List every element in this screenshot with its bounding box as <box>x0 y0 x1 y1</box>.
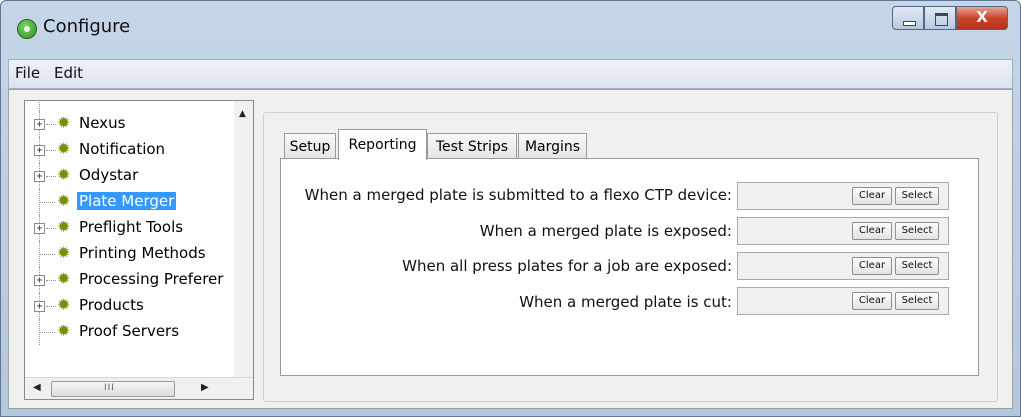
field-label-submitted: When a merged plate is submitted to a fl… <box>304 186 732 204</box>
tree-item-printing-methods[interactable]: ✹ Printing Methods <box>25 241 235 267</box>
tree-item-proof-servers[interactable]: ✹ Proof Servers <box>25 319 235 345</box>
tree-item-notification[interactable]: + ✹ Notification <box>25 137 235 163</box>
menu-bar: File Edit <box>8 59 1013 89</box>
tab-setup[interactable]: Setup <box>284 133 336 159</box>
window-title: Configure <box>43 16 131 37</box>
gear-icon: ✹ <box>57 113 71 132</box>
scroll-right-arrow-icon[interactable]: ▶ <box>201 382 209 393</box>
tree-item-nexus[interactable]: + ✹ Nexus <box>25 111 235 137</box>
tab-test-strips[interactable]: Test Strips <box>427 133 517 159</box>
select-button[interactable]: Select <box>895 257 939 275</box>
scroll-left-arrow-icon[interactable]: ◀ <box>33 382 41 393</box>
tree-connector <box>46 280 56 281</box>
tree-item-odystar[interactable]: + ✹ Odystar <box>25 163 235 189</box>
field-exposed[interactable]: Clear Select <box>737 217 949 245</box>
gear-icon: ✹ <box>57 165 71 184</box>
close-button[interactable]: X <box>956 6 1008 30</box>
expand-icon[interactable]: + <box>34 145 45 156</box>
tree-item-label: Proof Servers <box>79 322 180 340</box>
gear-icon: ✹ <box>57 321 71 340</box>
tree-item-plate-merger[interactable]: ✹ Plate Merger <box>25 189 235 215</box>
tree-item-label: Products <box>79 296 144 314</box>
tree-horizontal-scrollbar[interactable]: ◀ III ▶ <box>25 377 253 399</box>
tree-item-products[interactable]: + ✹ Products <box>25 293 235 319</box>
tree-connector <box>46 228 56 229</box>
gear-icon: ✹ <box>57 139 71 158</box>
select-button[interactable]: Select <box>895 292 939 310</box>
scroll-up-arrow-icon[interactable]: ▲ <box>239 109 246 119</box>
tree-row-clipped <box>25 101 235 111</box>
window-controls: X <box>892 6 1008 32</box>
maximize-button[interactable] <box>924 6 956 30</box>
clear-button[interactable]: Clear <box>852 257 892 275</box>
title-bar[interactable]: Configure X <box>1 1 1020 53</box>
tree-item-label: Odystar <box>79 166 139 184</box>
select-button[interactable]: Select <box>895 187 939 205</box>
category-tree[interactable]: + ✹ Nexus + ✹ Notification + ✹ Odystar ✹… <box>24 100 254 400</box>
tree-item-label: Nexus <box>79 114 126 132</box>
gear-icon: ✹ <box>57 269 71 288</box>
field-label-exposed: When a merged plate is exposed: <box>479 222 732 240</box>
field-label-all-exposed: When all press plates for a job are expo… <box>402 257 732 275</box>
select-button[interactable]: Select <box>895 222 939 240</box>
minimize-button[interactable] <box>892 6 924 30</box>
menu-edit[interactable]: Edit <box>54 64 83 82</box>
gear-icon: ✹ <box>57 217 71 236</box>
field-all-exposed[interactable]: Clear Select <box>737 252 949 280</box>
tree-connector <box>46 306 56 307</box>
gear-icon: ✹ <box>57 243 71 262</box>
field-submitted[interactable]: Clear Select <box>737 182 949 210</box>
tree-connector <box>39 202 55 203</box>
expand-icon[interactable]: + <box>34 223 45 234</box>
scroll-thumb-grip: III <box>104 383 115 393</box>
tree-connector <box>46 176 56 177</box>
tree-item-preflight-tools[interactable]: + ✹ Preflight Tools <box>25 215 235 241</box>
tree-item-label: Plate Merger <box>77 192 177 210</box>
expand-icon[interactable]: + <box>34 171 45 182</box>
tab-margins[interactable]: Margins <box>518 133 587 159</box>
clear-button[interactable]: Clear <box>852 292 892 310</box>
app-icon <box>17 19 37 39</box>
gear-icon: ✹ <box>57 191 71 210</box>
tree-connector <box>39 254 55 255</box>
tree-connector <box>39 101 40 111</box>
tab-reporting[interactable]: Reporting <box>338 129 427 160</box>
gear-icon: ✹ <box>57 295 71 314</box>
tree-item-label: Processing Preferer <box>79 270 224 288</box>
expand-icon[interactable]: + <box>34 275 45 286</box>
tree-item-processing-preferences[interactable]: + ✹ Processing Preferer <box>25 267 235 293</box>
tree-connector <box>46 124 56 125</box>
clear-button[interactable]: Clear <box>852 222 892 240</box>
scroll-thumb[interactable]: III <box>51 381 175 397</box>
tree-connector <box>46 150 56 151</box>
expand-icon[interactable]: + <box>34 301 45 312</box>
field-label-cut: When a merged plate is cut: <box>519 293 732 311</box>
tree-item-label: Notification <box>79 140 166 158</box>
clear-button[interactable]: Clear <box>852 187 892 205</box>
tree-connector <box>39 332 55 333</box>
tree-item-label: Printing Methods <box>79 244 206 262</box>
field-cut[interactable]: Clear Select <box>737 287 949 315</box>
menu-file[interactable]: File <box>15 64 40 82</box>
tree-item-label: Preflight Tools <box>79 218 184 236</box>
tree-vertical-scrollbar[interactable]: ▲ <box>234 101 253 377</box>
expand-icon[interactable]: + <box>34 119 45 130</box>
